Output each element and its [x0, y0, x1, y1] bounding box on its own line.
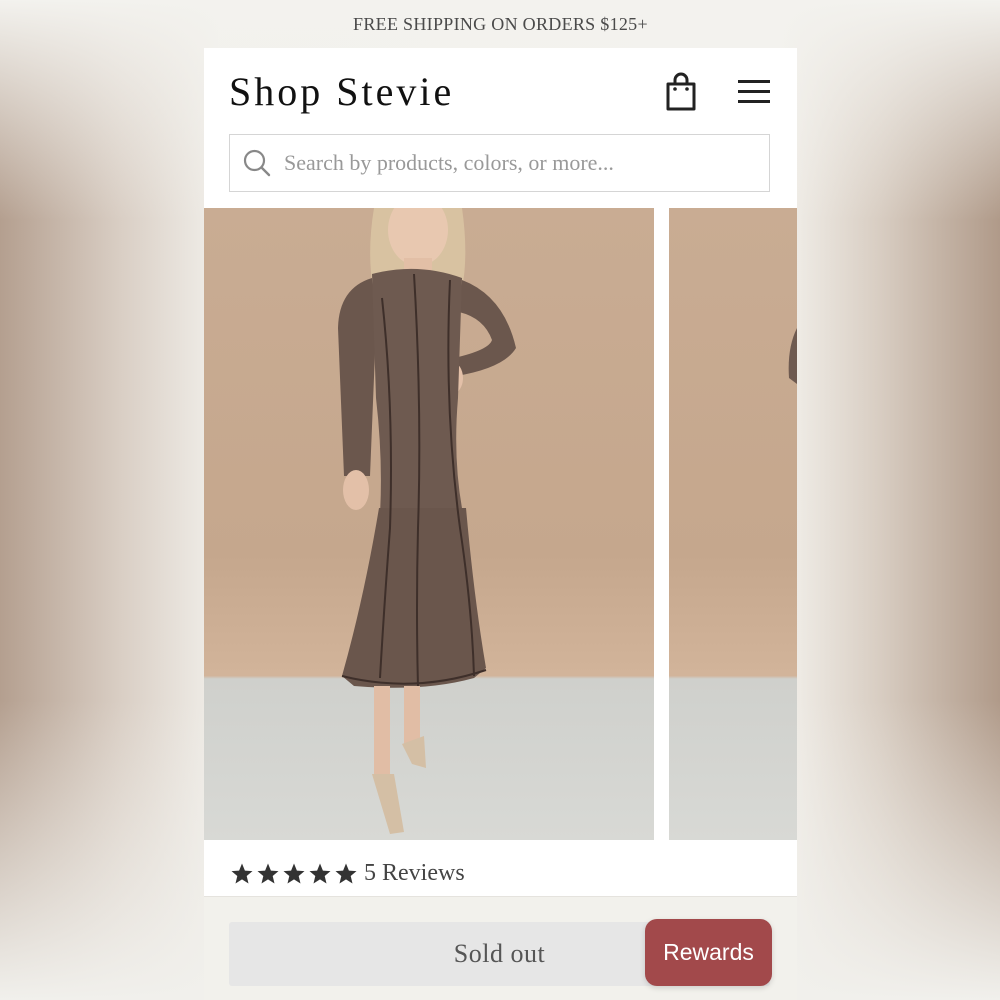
star-icon	[335, 863, 357, 883]
star-icon	[257, 863, 279, 883]
site-header: Shop Stevie	[204, 48, 797, 134]
product-image-main[interactable]	[204, 208, 654, 840]
star-icon	[283, 863, 305, 883]
shopping-bag-icon[interactable]	[664, 72, 698, 112]
sticky-action-bar: Sold out Rewards	[204, 896, 797, 1000]
product-photo-illustration	[338, 208, 516, 834]
star-icon	[231, 863, 253, 883]
site-logo[interactable]: Shop Stevie	[229, 68, 454, 115]
search-icon	[243, 149, 271, 177]
product-rating[interactable]: 5 Reviews	[230, 860, 465, 887]
product-image-gallery[interactable]	[204, 208, 797, 840]
reviews-link[interactable]: 5 Reviews	[364, 860, 465, 887]
star-icon	[309, 863, 331, 883]
mobile-viewport: Shop Stevie Search by products, colors, …	[204, 48, 797, 1000]
hamburger-menu-icon[interactable]	[734, 76, 774, 108]
product-image-next[interactable]	[669, 208, 797, 840]
rewards-button[interactable]: Rewards	[645, 919, 772, 986]
product-photo-partial-illustration	[788, 328, 797, 384]
search-bar[interactable]	[229, 134, 770, 192]
search-input[interactable]	[282, 149, 769, 177]
rating-stars	[230, 862, 358, 886]
promo-banner: FREE SHIPPING ON ORDERS $125+	[353, 13, 648, 34]
